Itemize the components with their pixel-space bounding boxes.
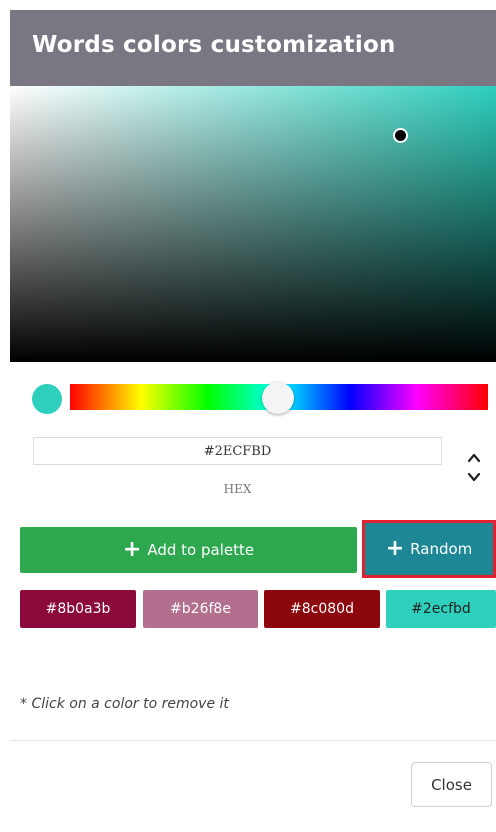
plus-icon: + bbox=[385, 536, 405, 561]
hex-input[interactable] bbox=[33, 437, 442, 465]
hue-slider-handle[interactable] bbox=[262, 382, 294, 414]
palette-swatch[interactable]: #8c080d bbox=[264, 590, 380, 628]
swatch-label: #2ecfbd bbox=[411, 601, 471, 617]
chevron-down-icon[interactable] bbox=[466, 469, 482, 485]
palette-swatch[interactable]: #b26f8e bbox=[143, 590, 258, 628]
close-button[interactable]: Close bbox=[411, 762, 492, 807]
random-label: Random bbox=[410, 540, 473, 558]
dialog-header: Words colors customization bbox=[10, 10, 496, 86]
add-to-palette-label: Add to palette bbox=[147, 541, 255, 559]
value-gradient bbox=[10, 86, 496, 362]
palette-swatch[interactable]: #2ecfbd bbox=[386, 590, 496, 628]
footer-divider bbox=[10, 740, 496, 741]
format-label: HEX bbox=[223, 482, 252, 496]
palette-swatch[interactable]: #8b0a3b bbox=[20, 590, 136, 628]
remove-color-hint: * Click on a color to remove it bbox=[20, 696, 229, 712]
dialog-title: Words colors customization bbox=[32, 32, 396, 58]
add-to-palette-button[interactable]: + Add to palette bbox=[20, 527, 357, 573]
swatch-label: #b26f8e bbox=[170, 601, 231, 617]
random-button[interactable]: + Random bbox=[362, 520, 496, 578]
saturation-value-picker[interactable] bbox=[10, 86, 496, 362]
color-picker-handle[interactable] bbox=[395, 130, 406, 141]
chevron-up-icon[interactable] bbox=[466, 450, 482, 466]
swatch-label: #8c080d bbox=[290, 601, 354, 617]
swatch-label: #8b0a3b bbox=[45, 601, 111, 617]
plus-icon: + bbox=[122, 537, 142, 562]
color-preview-swatch bbox=[32, 384, 62, 414]
